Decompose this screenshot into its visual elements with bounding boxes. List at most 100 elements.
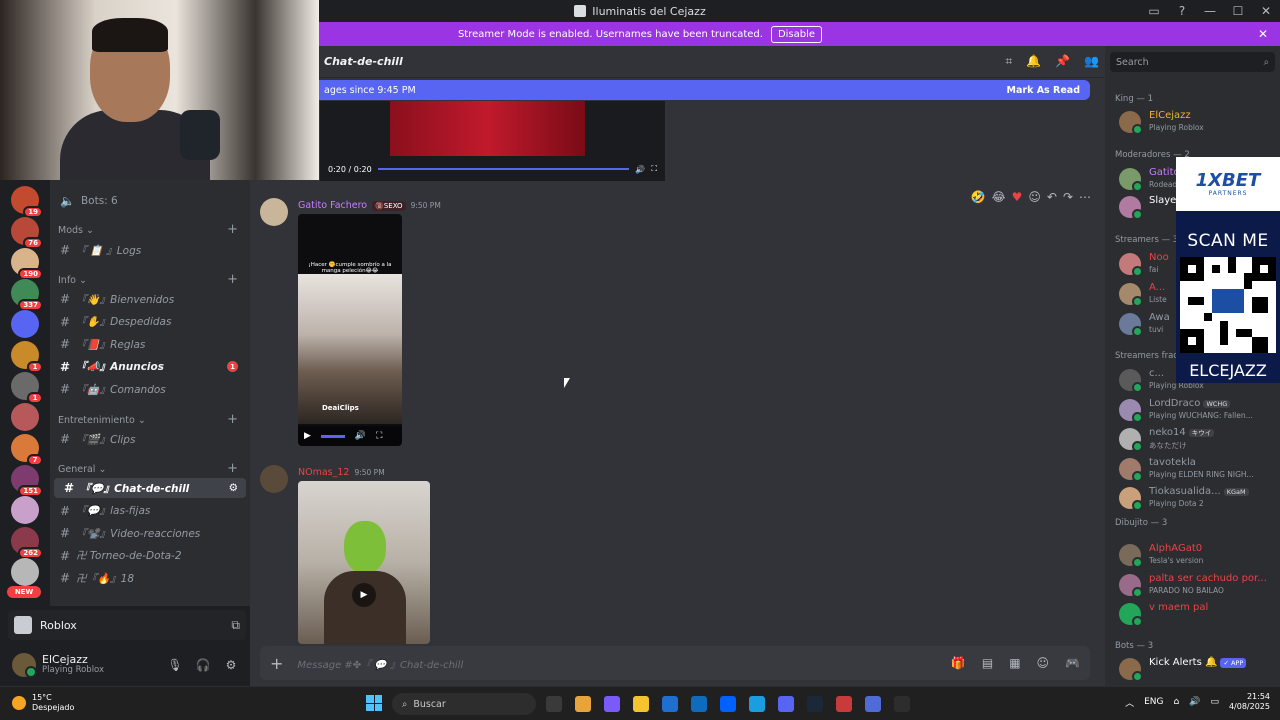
member-row[interactable]: Kick Alerts 🔔 ✓ APP: [1119, 656, 1279, 682]
add-channel-general-icon[interactable]: +: [227, 461, 238, 476]
message-input[interactable]: Message #✤『 💬 』Chat-de-chill: [297, 656, 936, 671]
video-timeline[interactable]: 0:20 / 0:20 🔊 ⛶: [320, 163, 665, 175]
channel-general-4[interactable]: # 卍『🔥』18: [50, 568, 250, 588]
taskbar-app-icon[interactable]: [720, 696, 736, 712]
category-general[interactable]: General ⌄: [58, 464, 106, 475]
close-banner-icon[interactable]: ✕: [1258, 27, 1268, 41]
channel-general-3[interactable]: # 卍 Torneo-de-Dota-2: [50, 546, 250, 566]
taskbar-app-icon[interactable]: [778, 696, 794, 712]
message-composer[interactable]: + Message #✤『 💬 』Chat-de-chill 🎁 ▤ ▦ ☺ 🎮: [260, 646, 1090, 680]
search-input[interactable]: Search ⌕: [1110, 52, 1275, 72]
server-icon[interactable]: [11, 558, 39, 586]
channel-info-1[interactable]: # 『✋』Despedidas: [50, 312, 250, 332]
video-attachment-2[interactable]: ▶: [298, 481, 430, 644]
channel-info-0[interactable]: # 『👋』Bienvenidos: [50, 289, 250, 309]
headphones-icon[interactable]: 🎧: [192, 658, 214, 672]
reaction-laugh-icon[interactable]: 🤣: [971, 190, 986, 204]
maximize-button[interactable]: ☐: [1224, 4, 1252, 18]
volume-icon[interactable]: 🔊: [355, 431, 366, 441]
taskbar-app-icon[interactable]: [836, 696, 852, 712]
settings-gear-icon[interactable]: ⚙: [220, 658, 242, 672]
server-icon[interactable]: 1: [11, 341, 43, 373]
user-avatar[interactable]: [12, 653, 37, 678]
screen-share-icon[interactable]: ⧉: [231, 618, 240, 633]
apps-icon[interactable]: 🎮: [1065, 656, 1080, 670]
server-icon[interactable]: [11, 496, 39, 524]
fullscreen-icon[interactable]: ⛶: [651, 164, 665, 174]
server-icon[interactable]: 1: [11, 372, 43, 404]
fullscreen-icon[interactable]: ⛶: [376, 431, 382, 441]
member-list-icon[interactable]: 👥: [1084, 54, 1099, 69]
taskbar-app-icon[interactable]: [807, 696, 823, 712]
video-progress-bar[interactable]: [377, 168, 630, 170]
taskbar-app-icon[interactable]: [575, 696, 591, 712]
emoji-icon[interactable]: ☺: [1037, 656, 1050, 670]
volume-icon[interactable]: 🔊: [635, 165, 645, 174]
author-name[interactable]: NOmas_12: [298, 467, 349, 478]
minimize-button[interactable]: —: [1196, 4, 1224, 18]
bots-count-row[interactable]: 🔈 Bots: 6: [50, 191, 250, 211]
reply-icon[interactable]: ↶: [1047, 190, 1057, 204]
more-options-icon[interactable]: ⋯: [1079, 190, 1091, 204]
server-icon[interactable]: 19: [11, 186, 43, 218]
reaction-heart-icon[interactable]: ♥: [1012, 190, 1023, 204]
add-channel-info-icon[interactable]: +: [227, 272, 238, 287]
author-avatar[interactable]: [260, 198, 288, 226]
category-mods[interactable]: Mods ⌄: [58, 225, 94, 236]
member-row[interactable]: neko14 キウイ あなただけ: [1119, 426, 1279, 452]
add-channel-entretenimiento-icon[interactable]: +: [227, 412, 238, 427]
member-row[interactable]: AlphAGat0 Tesla's version: [1119, 542, 1279, 568]
close-window-button[interactable]: ✕: [1252, 4, 1280, 18]
inbox-icon[interactable]: ▭: [1140, 0, 1168, 22]
activity-panel[interactable]: Roblox ⧉: [8, 610, 246, 640]
server-icon[interactable]: 76: [11, 217, 43, 249]
notification-bell-icon[interactable]: 🔔: [1026, 54, 1041, 69]
previous-video-embed[interactable]: 0:20 / 0:20 🔊 ⛶: [320, 101, 665, 181]
channel-general-1[interactable]: # 『💬』las-fijas: [50, 501, 250, 521]
taskbar-app-icon[interactable]: [894, 696, 910, 712]
network-icon[interactable]: ⌂: [1174, 697, 1180, 707]
video-scrubber[interactable]: [320, 434, 345, 438]
server-icon[interactable]: 151: [11, 465, 43, 497]
taskbar-search[interactable]: ⌕ Buscar: [392, 693, 536, 715]
server-icon[interactable]: 337: [11, 279, 43, 311]
server-icon[interactable]: 262: [11, 527, 43, 559]
author-name[interactable]: Gatito Fachero: [298, 200, 367, 211]
taskbar-app-icon[interactable]: [662, 696, 678, 712]
member-row[interactable]: LordDraco WCHG Playing WUCHANG: Fallen...: [1119, 397, 1279, 423]
server-icon[interactable]: 7: [11, 434, 43, 466]
taskbar-app-icon[interactable]: [633, 696, 649, 712]
mark-as-read-button[interactable]: Mark As Read: [1007, 85, 1080, 96]
new-messages-bar[interactable]: ages since 9:45 PM Mark As Read: [250, 80, 1090, 100]
server-icon[interactable]: [11, 310, 39, 338]
channel-settings-icon[interactable]: ⚙: [229, 482, 238, 494]
member-row[interactable]: ElCejazz Playing Roblox: [1119, 109, 1279, 135]
windows-start-icon[interactable]: [366, 695, 382, 711]
volume-icon[interactable]: 🔊: [1189, 697, 1200, 707]
add-reaction-icon[interactable]: ☺: [1028, 190, 1041, 204]
weather-widget[interactable]: 15°C Despejado: [12, 693, 74, 712]
gif-icon[interactable]: ▤: [982, 656, 993, 670]
taskbar-app-icon[interactable]: [691, 696, 707, 712]
member-row[interactable]: v maem pal: [1119, 601, 1279, 627]
category-entretenimiento[interactable]: Entretenimiento ⌄: [58, 415, 146, 426]
clock[interactable]: 21:54 4/08/2025: [1229, 692, 1270, 712]
add-attachment-icon[interactable]: +: [270, 654, 283, 673]
author-avatar[interactable]: [260, 465, 288, 493]
channel-general-2[interactable]: # 『📽️』Video-reacciones: [50, 523, 250, 543]
channel-info-2[interactable]: # 『📕』Reglas: [50, 334, 250, 354]
language-indicator[interactable]: ENG: [1144, 697, 1163, 707]
server-icon[interactable]: 190: [11, 248, 43, 280]
server-icon[interactable]: [11, 403, 39, 431]
reaction-joy-icon[interactable]: 😂: [992, 190, 1006, 204]
member-row[interactable]: Tiokasualida... KGaM Playing Dota 2: [1119, 485, 1279, 511]
taskbar-app-icon[interactable]: [749, 696, 765, 712]
forward-icon[interactable]: ↷: [1063, 190, 1073, 204]
sticker-icon[interactable]: ▦: [1009, 656, 1020, 670]
play-icon[interactable]: ▶: [352, 583, 376, 607]
channel-info-4[interactable]: # 『🤖』Comandos: [50, 379, 250, 399]
threads-icon[interactable]: ⌗: [1005, 54, 1012, 69]
video-attachment-1[interactable]: ¡Hacer 🤫cumple sombrío a la manga peleci…: [298, 214, 402, 446]
member-row[interactable]: tavotekla Playing ELDEN RING NIGH...: [1119, 456, 1279, 482]
gift-icon[interactable]: 🎁: [951, 656, 966, 670]
